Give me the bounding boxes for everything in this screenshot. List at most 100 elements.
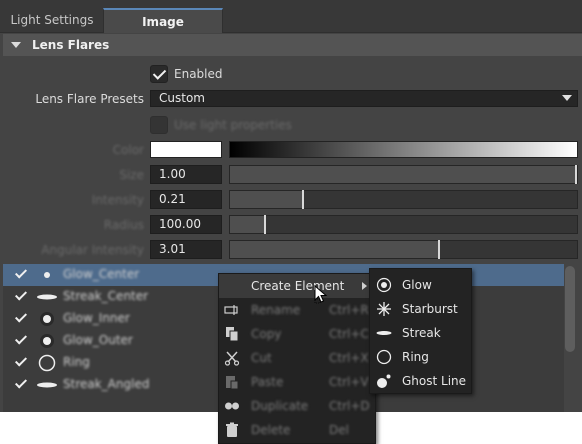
glow-icon (40, 334, 54, 348)
menu-item-copy[interactable]: Copy Ctrl+C (219, 322, 375, 346)
enabled-checkbox[interactable] (150, 65, 168, 83)
context-menu: Create Element Rename Ctrl+R Copy Ctrl+C… (218, 273, 376, 444)
menu-item-cut[interactable]: Cut Ctrl+X (219, 346, 375, 370)
lens-flares-section-header[interactable]: Lens Flares (3, 34, 582, 56)
size-slider-fill (230, 166, 577, 183)
use-light-properties-label: Use light properties (174, 118, 292, 132)
element-name: Glow_Center (63, 267, 140, 281)
submenu-item-label: Starburst (402, 302, 458, 316)
angular-intensity-label: Angular Intensity (41, 243, 144, 257)
color-label: Color (112, 143, 144, 157)
menu-item-label: Copy (251, 327, 282, 341)
element-name: Streak_Angled (63, 377, 150, 391)
element-name: Glow_Inner (63, 311, 130, 325)
menu-item-rename[interactable]: Rename Ctrl+R (219, 298, 375, 322)
streak-icon (37, 294, 57, 300)
tab-bar: Light Settings Image Processing (0, 0, 582, 54)
menu-item-shortcut: Ctrl+R (329, 303, 369, 317)
submenu-item-label: Ring (402, 350, 429, 364)
menu-item-label: Create Element (251, 279, 345, 293)
intensity-label: Intensity (91, 193, 144, 207)
element-checkbox[interactable] (15, 377, 27, 391)
scissors-icon (224, 351, 240, 366)
lens-flare-presets-select[interactable]: Custom (150, 90, 578, 107)
duplicate-icon (225, 402, 239, 410)
list-scrollbar[interactable] (565, 266, 575, 352)
element-name: Streak_Center (63, 289, 149, 303)
menu-item-label: Duplicate (251, 399, 309, 413)
submenu-item-label: Glow (402, 278, 432, 292)
submenu-arrow-icon (362, 282, 367, 290)
streak-icon (376, 331, 392, 335)
menu-item-delete[interactable]: Delete Del (219, 418, 375, 442)
menu-item-create-element[interactable]: Create Element (219, 274, 375, 298)
ghost-line-icon (377, 374, 391, 388)
submenu-item-streak[interactable]: Streak (370, 321, 471, 345)
menu-item-label: Delete (251, 423, 291, 437)
tab-light-settings[interactable]: Light Settings (2, 8, 102, 33)
size-label: Size (119, 168, 144, 182)
intensity-slider-fill (230, 191, 303, 208)
section-title: Lens Flares (32, 38, 110, 52)
size-slider-handle[interactable] (575, 165, 577, 184)
element-checkbox[interactable] (15, 267, 27, 281)
intensity-slider-handle[interactable] (302, 190, 304, 209)
radius-slider-handle[interactable] (264, 215, 266, 234)
presets-label: Lens Flare Presets (35, 92, 144, 106)
mouse-cursor-icon (314, 285, 328, 304)
menu-item-shortcut: Ctrl+V (329, 375, 369, 389)
enabled-label: Enabled (174, 67, 223, 81)
angular-intensity-slider[interactable] (229, 240, 578, 259)
element-name: Ring (63, 355, 90, 369)
radius-slider[interactable] (229, 215, 578, 234)
create-element-submenu: Glow Starburst Streak Ring Ghost Line (369, 268, 472, 394)
color-gradient-bar[interactable] (229, 141, 578, 158)
submenu-item-ghost-line[interactable]: Ghost Line (370, 369, 471, 393)
submenu-item-starburst[interactable]: Starburst (370, 297, 471, 321)
paste-icon (226, 376, 239, 390)
streak-icon (37, 382, 57, 388)
ring-icon (38, 354, 56, 372)
angular-intensity-field[interactable]: 3.01 (150, 240, 222, 259)
menu-item-paste[interactable]: Paste Ctrl+V (219, 370, 375, 394)
element-checkbox[interactable] (15, 311, 27, 325)
angular-intensity-slider-handle[interactable] (438, 240, 440, 259)
element-name: Glow_Outer (63, 333, 133, 347)
element-checkbox[interactable] (15, 333, 27, 347)
tab-image-processing[interactable]: Image Processing (103, 8, 223, 54)
menu-item-label: Cut (251, 351, 272, 365)
starburst-icon (377, 302, 391, 316)
collapse-arrow-icon[interactable] (11, 42, 21, 48)
menu-item-shortcut: Ctrl+D (329, 399, 370, 413)
size-slider[interactable] (229, 165, 578, 184)
element-checkbox[interactable] (15, 355, 27, 369)
menu-item-duplicate[interactable]: Duplicate Ctrl+D (219, 394, 375, 418)
menu-item-shortcut: Del (329, 423, 349, 437)
glow-icon (376, 277, 392, 293)
submenu-item-glow[interactable]: Glow (370, 273, 471, 297)
color-swatch[interactable] (150, 141, 222, 158)
menu-item-label: Paste (251, 375, 284, 389)
element-checkbox[interactable] (15, 289, 27, 303)
menu-item-shortcut: Ctrl+X (329, 351, 369, 365)
glow-icon (44, 272, 50, 278)
rename-icon (224, 305, 238, 315)
intensity-slider[interactable] (229, 190, 578, 209)
presets-value: Custom (159, 91, 205, 105)
glow-icon (40, 312, 54, 326)
submenu-item-label: Ghost Line (402, 374, 467, 388)
angular-intensity-slider-fill (230, 241, 439, 258)
radius-slider-fill (230, 216, 265, 233)
submenu-item-ring[interactable]: Ring (370, 345, 471, 369)
use-light-properties-checkbox[interactable] (150, 116, 168, 134)
radius-field[interactable]: 100.00 (150, 215, 222, 234)
dropdown-caret-icon (562, 95, 572, 101)
menu-item-label: Rename (251, 303, 301, 317)
ring-icon (376, 349, 392, 365)
trash-icon (226, 422, 238, 437)
submenu-item-label: Streak (402, 326, 441, 340)
size-field[interactable]: 1.00 (150, 165, 222, 184)
intensity-field[interactable]: 0.21 (150, 190, 222, 209)
copy-icon (226, 327, 239, 342)
menu-item-shortcut: Ctrl+C (329, 327, 369, 341)
